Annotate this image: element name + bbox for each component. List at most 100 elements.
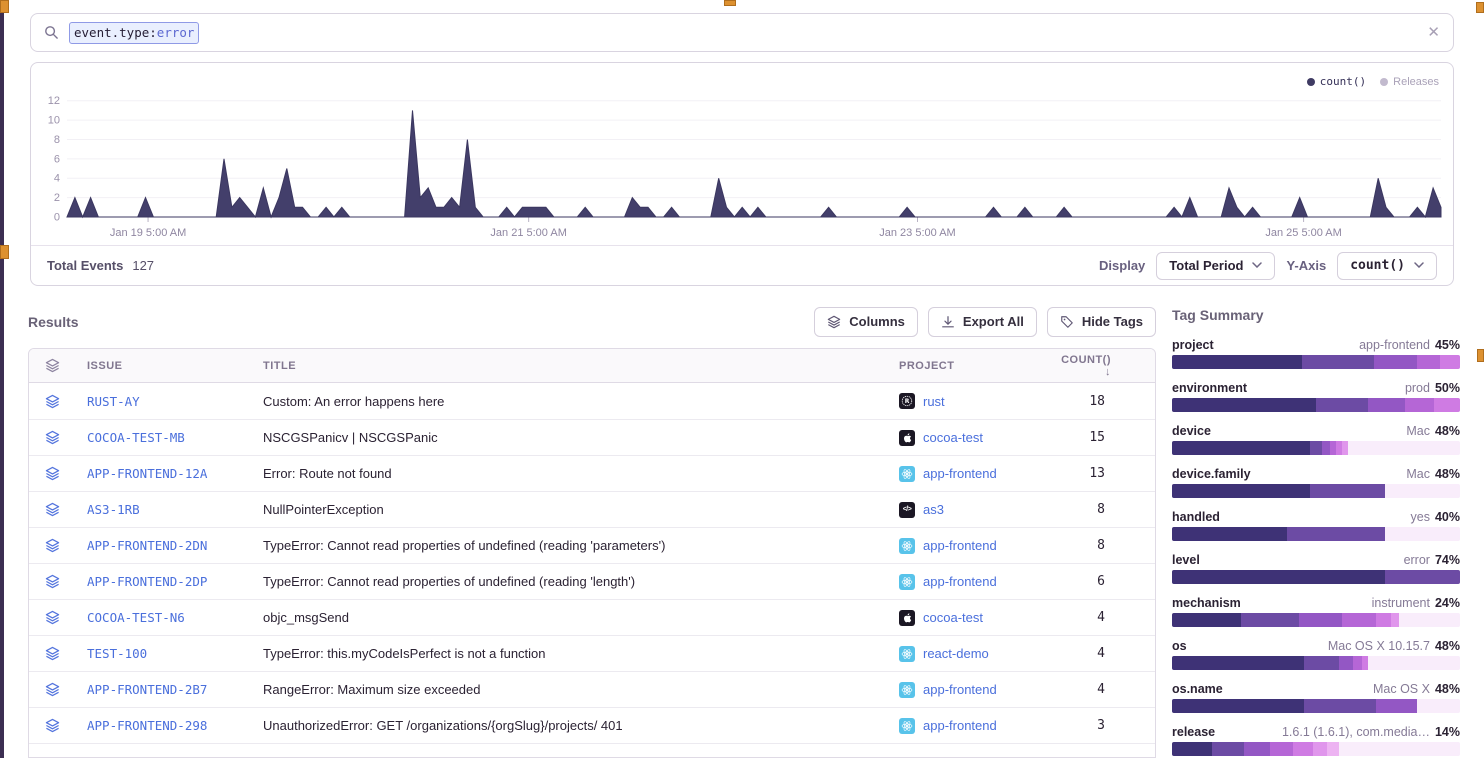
display-dropdown[interactable]: Total Period	[1156, 252, 1275, 280]
tag-distribution-bar[interactable]	[1172, 699, 1460, 713]
tag-bar-segment[interactable]	[1310, 484, 1385, 498]
tag-bar-segment[interactable]	[1270, 742, 1293, 756]
tag-distribution-bar[interactable]	[1172, 570, 1460, 584]
issue-link[interactable]: AS3-1RB	[87, 502, 140, 517]
project-link[interactable]: </> as3	[887, 502, 1049, 518]
yaxis-dropdown[interactable]: count()	[1337, 252, 1437, 280]
issue-layers-icon[interactable]	[29, 502, 75, 517]
tag-bar-segment[interactable]	[1172, 613, 1241, 627]
tag-item: project app-frontend45%	[1172, 338, 1460, 369]
tag-bar-segment[interactable]	[1172, 441, 1310, 455]
project-link[interactable]: cocoa-test	[887, 610, 1049, 626]
search-token[interactable]: event.type:error	[69, 22, 199, 44]
clear-search-button[interactable]: ✕	[1427, 25, 1440, 40]
issue-link[interactable]: COCOA-TEST-N6	[87, 610, 185, 625]
issue-layers-icon[interactable]	[29, 430, 75, 445]
column-header-issue[interactable]: ISSUE	[75, 360, 251, 372]
project-link[interactable]: app-frontend	[887, 718, 1049, 734]
issue-link[interactable]: RUST-AY	[87, 394, 140, 409]
issue-layers-icon[interactable]	[29, 394, 75, 409]
tag-bar-segment[interactable]	[1385, 570, 1460, 584]
tag-bar-segment[interactable]	[1374, 355, 1417, 369]
issue-link[interactable]: APP-FRONTEND-2DP	[87, 574, 207, 589]
tag-bar-segment[interactable]	[1241, 613, 1299, 627]
tag-bar-segment[interactable]	[1339, 656, 1353, 670]
tag-distribution-bar[interactable]	[1172, 355, 1460, 369]
tag-bar-segment[interactable]	[1376, 613, 1390, 627]
project-link[interactable]: app-frontend	[887, 466, 1049, 482]
events-area-chart[interactable]: 024681012Jan 19 5:00 AMJan 21 5:00 AMJan…	[41, 79, 1445, 257]
tag-bar-segment[interactable]	[1172, 355, 1302, 369]
project-link[interactable]: react-demo	[887, 646, 1049, 662]
tag-bar-segment[interactable]	[1172, 656, 1304, 670]
tag-bar-segment[interactable]	[1362, 656, 1368, 670]
selection-handle	[1476, 2, 1484, 13]
tag-bar-segment[interactable]	[1172, 742, 1212, 756]
issue-link[interactable]: APP-FRONTEND-298	[87, 718, 207, 733]
tag-bar-segment[interactable]	[1304, 656, 1339, 670]
project-link[interactable]: R rust	[887, 393, 1049, 409]
tag-bar-segment[interactable]	[1313, 742, 1327, 756]
columns-button[interactable]: Columns	[814, 307, 918, 337]
tag-bar-segment[interactable]	[1417, 355, 1440, 369]
project-link[interactable]: app-frontend	[887, 574, 1049, 590]
tag-bar-segment[interactable]	[1327, 742, 1339, 756]
issue-layers-icon[interactable]	[29, 718, 75, 733]
tag-bar-segment[interactable]	[1342, 613, 1377, 627]
tag-bar-segment[interactable]	[1172, 484, 1310, 498]
tag-bar-segment[interactable]	[1440, 355, 1460, 369]
column-header-project[interactable]: PROJECT	[887, 360, 1049, 372]
tag-bar-segment[interactable]	[1172, 527, 1287, 541]
issue-layers-icon[interactable]	[29, 646, 75, 661]
issue-link[interactable]: APP-FRONTEND-12A	[87, 466, 207, 481]
tag-bar-segment[interactable]	[1342, 441, 1348, 455]
issue-layers-icon[interactable]	[29, 682, 75, 697]
project-link[interactable]: app-frontend	[887, 538, 1049, 554]
tag-bar-segment[interactable]	[1287, 527, 1385, 541]
tag-bar-segment[interactable]	[1172, 398, 1316, 412]
issue-link[interactable]: COCOA-TEST-MB	[87, 430, 185, 445]
column-header-title[interactable]: TITLE	[251, 360, 887, 372]
tag-bar-segment[interactable]	[1302, 355, 1374, 369]
tag-bar-segment[interactable]	[1316, 398, 1368, 412]
tag-bar-segment[interactable]	[1434, 398, 1460, 412]
issue-link[interactable]: APP-FRONTEND-2DN	[87, 538, 207, 553]
issue-layers-icon[interactable]	[29, 610, 75, 625]
tag-distribution-bar[interactable]	[1172, 441, 1460, 455]
tag-distribution-bar[interactable]	[1172, 742, 1460, 756]
tag-bar-segment[interactable]	[1405, 398, 1434, 412]
issue-layers-icon[interactable]	[29, 466, 75, 481]
tag-distribution-bar[interactable]	[1172, 527, 1460, 541]
tag-distribution-bar[interactable]	[1172, 613, 1460, 627]
issue-link[interactable]: APP-FRONTEND-2B7	[87, 682, 207, 697]
project-link[interactable]: app-frontend	[887, 682, 1049, 698]
tag-bar-segment[interactable]	[1322, 441, 1331, 455]
tag-bar-segment[interactable]	[1368, 398, 1405, 412]
tag-distribution-bar[interactable]	[1172, 484, 1460, 498]
tag-bar-segment[interactable]	[1376, 699, 1416, 713]
tag-bar-segment[interactable]	[1293, 742, 1313, 756]
tag-bar-segment[interactable]	[1172, 699, 1304, 713]
project-link[interactable]: cocoa-test	[887, 430, 1049, 446]
tag-distribution-bar[interactable]	[1172, 656, 1460, 670]
column-header-count[interactable]: COUNT() ↓	[1049, 354, 1155, 378]
tag-bar-segment[interactable]	[1212, 742, 1244, 756]
search-bar[interactable]: event.type:error ✕	[30, 13, 1454, 52]
issue-layers-icon[interactable]	[29, 538, 75, 553]
tag-bar-segment[interactable]	[1244, 742, 1270, 756]
hide-tags-button[interactable]: Hide Tags	[1047, 307, 1156, 337]
tag-top-value: Mac	[1406, 424, 1430, 438]
tag-bar-segment[interactable]	[1172, 570, 1385, 584]
tag-bar-segment[interactable]	[1304, 699, 1376, 713]
issue-layers-icon[interactable]	[29, 574, 75, 589]
export-all-button[interactable]: Export All	[928, 307, 1037, 337]
tag-bar-segment[interactable]	[1299, 613, 1342, 627]
svg-text:10: 10	[48, 115, 60, 127]
tag-bar-segment[interactable]	[1310, 441, 1322, 455]
tag-bar-segment[interactable]	[1391, 613, 1400, 627]
issue-link[interactable]: TEST-100	[87, 646, 147, 661]
download-icon	[941, 315, 955, 329]
tag-distribution-bar[interactable]	[1172, 398, 1460, 412]
tag-bar-segment[interactable]	[1353, 656, 1362, 670]
table-row: TEST-100 TypeError: this.myCodeIsPerfect…	[29, 635, 1155, 671]
